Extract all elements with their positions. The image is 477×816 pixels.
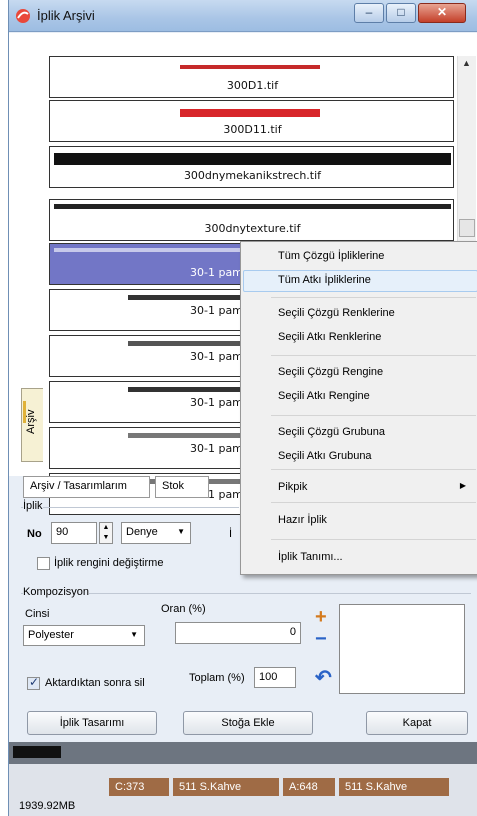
undo-icon[interactable]: ↶ (315, 665, 332, 690)
yarn-preview-image (180, 65, 320, 69)
chevron-down-icon: ▼ (130, 630, 138, 639)
unit-select-value: Denye (126, 526, 158, 538)
plus-icon[interactable]: + (315, 606, 327, 629)
menu-separator (271, 355, 476, 356)
scroll-thumb[interactable] (459, 219, 475, 237)
status-scroll-track[interactable] (9, 742, 477, 764)
minus-icon[interactable]: − (315, 628, 327, 651)
menu-item-label: Seçili Çözgü Rengine (278, 366, 384, 378)
title-bar[interactable]: İplik Arşivi – □ ✕ (9, 0, 477, 32)
total-label: Toplam (%) (189, 672, 245, 684)
tab-archive-designs[interactable]: Arşiv / Tasarımlarım (23, 476, 150, 498)
thumbnail-label: 300dnytexture.tif (204, 222, 301, 235)
no-label: No (27, 528, 42, 540)
menu-item[interactable]: Hazır İplik (243, 510, 477, 532)
menu-item-label: Seçili Atkı Renklerine (278, 331, 382, 343)
menu-item-label: Hazır İplik (278, 514, 327, 526)
menu-separator (271, 469, 476, 470)
iplik-extra-label: İ (229, 528, 233, 540)
menu-separator (271, 502, 476, 503)
thumbnail-label: 300D1.tif (226, 79, 279, 92)
add-stock-button[interactable]: Stoğa Ekle (183, 711, 313, 735)
menu-item-label: Pikpik (278, 481, 308, 493)
menu-item[interactable]: Pikpik ▶ (243, 477, 477, 499)
kompozisyon-group-label: Kompozisyon (23, 586, 90, 598)
yarn-preview-image (180, 109, 320, 117)
minimize-icon[interactable]: – (354, 3, 384, 23)
unit-select[interactable]: Denye ▼ (121, 522, 191, 544)
menu-item[interactable]: Seçili Atkı Grubuna (243, 446, 477, 468)
submenu-arrow-icon: ▶ (459, 481, 466, 490)
menu-item-label: İplik Tanımı... (278, 551, 343, 563)
thumbnail-item[interactable]: 300D1.tif (49, 56, 454, 98)
menu-item[interactable]: Seçili Atkı Renklerine (243, 327, 477, 349)
material-select-value: Polyester (28, 629, 74, 641)
tab-stock[interactable]: Stok (155, 476, 209, 498)
menu-item[interactable]: Seçili Çözgü Renklerine (243, 303, 477, 325)
window-title: İplik Arşivi (37, 8, 95, 23)
menu-separator (271, 297, 476, 298)
status-scroll-thumb[interactable] (13, 746, 61, 758)
oran-label: Oran (%) (161, 603, 206, 615)
menu-separator (271, 539, 476, 540)
warp-cell: C:373 (109, 778, 169, 796)
checkmark-icon: ✓ (29, 675, 40, 689)
menu-item-label: Seçili Çözgü Grubuna (278, 426, 386, 438)
yarn-preview-image (54, 153, 451, 165)
menu-item-label: Tüm Çözgü İpliklerine (278, 250, 385, 262)
weft-cell: A:648 (283, 778, 335, 796)
menu-item[interactable]: Tüm Atkı İpliklerine (243, 270, 477, 292)
iplik-group-label: İplik (23, 500, 43, 512)
menu-item[interactable]: İplik Tanımı... (243, 547, 477, 569)
keep-color-label: İplik rengini değiştirme (54, 557, 164, 569)
menu-item[interactable]: Seçili Çözgü Grubuna (243, 422, 477, 444)
archive-side-tab[interactable]: Arşiv (21, 388, 43, 462)
menu-item-label: Seçili Çözgü Renklerine (278, 307, 395, 319)
menu-item-label: Tüm Atkı İpliklerine (278, 274, 371, 286)
menu-item[interactable]: Tüm Çözgü İpliklerine (243, 246, 477, 268)
thumbnail-label: 300D11.tif (223, 123, 282, 136)
total-input[interactable]: 100 (254, 667, 296, 688)
thumbnail-label: 300dnymekanikstrech.tif (183, 169, 322, 182)
menu-item-label: Seçili Atkı Grubuna (278, 450, 372, 462)
yarn-number-stepper[interactable]: ▲ ▼ (99, 522, 113, 544)
menu-item[interactable]: Seçili Atkı Rengine (243, 386, 477, 408)
thumbnail-item[interactable]: 300dnymekanikstrech.tif (49, 146, 454, 188)
close-button[interactable]: Kapat (366, 711, 468, 735)
ratio-input[interactable]: 0 (175, 622, 301, 644)
menu-item-label: Seçili Atkı Rengine (278, 390, 370, 402)
menu-item[interactable]: Seçili Çözgü Rengine (243, 362, 477, 384)
yarn-archive-window: İplik Arşivi – □ ✕ 300D1.tif 300D11.tif 30… (8, 0, 477, 816)
thumbnail-item[interactable]: 300D11.tif (49, 100, 454, 142)
memory-usage: 1939.92MB (19, 800, 76, 812)
scroll-up-icon[interactable]: ▲ (462, 58, 471, 68)
iplik-group-border (21, 507, 239, 508)
yarn-number-input[interactable]: 90 (51, 522, 97, 544)
yarn-preview-image (54, 204, 451, 209)
archive-side-tab-label: Arşiv (25, 409, 37, 434)
yarn-design-button[interactable]: İplik Tasarımı (27, 711, 157, 735)
chevron-down-icon: ▼ (177, 527, 185, 536)
delete-after-checkbox[interactable]: ✓ (27, 675, 40, 690)
menu-separator (271, 415, 476, 416)
warp-color: 511 S.Kahve (173, 778, 279, 796)
app-icon (16, 9, 30, 23)
maximize-icon[interactable]: □ (386, 3, 416, 23)
composition-list[interactable] (339, 604, 465, 694)
context-menu: Tüm Çözgü İpliklerine Tüm Atkı İpliklerin… (240, 241, 477, 575)
keep-color-checkbox[interactable] (37, 557, 50, 570)
thumbnail-item[interactable]: 300dnytexture.tif (49, 199, 454, 241)
close-icon[interactable]: ✕ (418, 3, 466, 23)
delete-after-label: Aktardıktan sonra sil (45, 677, 145, 689)
cinsi-label: Cinsi (25, 608, 50, 620)
weft-color: 511 S.Kahve (339, 778, 449, 796)
material-select[interactable]: Polyester ▼ (23, 625, 145, 646)
